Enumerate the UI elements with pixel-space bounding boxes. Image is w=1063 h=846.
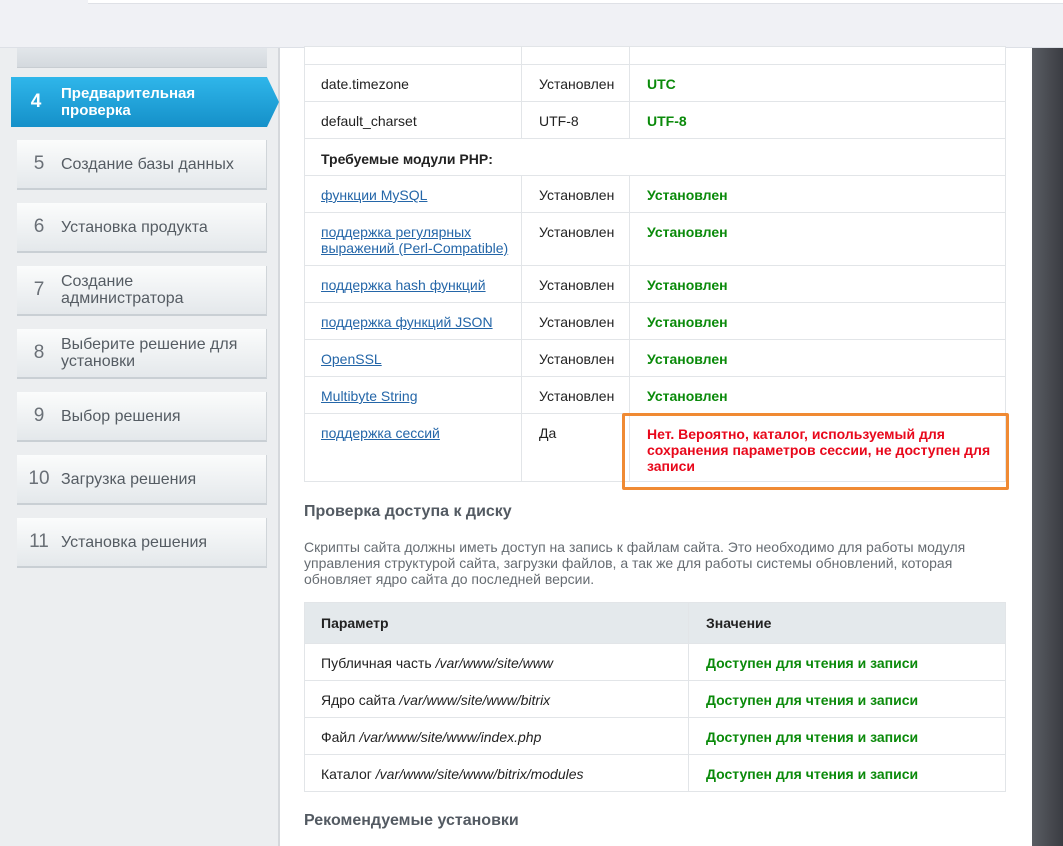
module-link-openssl[interactable]: OpenSSL [321, 351, 382, 367]
row-label: Ядро сайта [321, 692, 400, 708]
current-value: UTC [629, 65, 1007, 101]
step-label: Установка решения [61, 533, 208, 551]
step-number: 9 [33, 405, 45, 426]
step-item-4[interactable]: 4 Предварительная проверка [11, 77, 279, 127]
row-path: /var/www/site/www/bitrix [399, 692, 551, 708]
step-number: 6 [33, 216, 45, 237]
installer-window: 4 Предварительная проверка 5 Создание ба… [0, 46, 1032, 846]
step-label: Выберите решение для установки [61, 336, 238, 370]
browser-top-bar [0, 0, 1063, 48]
step-label: Установка продукта [61, 218, 208, 236]
required-value: Установлен [521, 266, 629, 302]
disk-check-description: Скрипты сайта должны иметь доступ на зап… [304, 539, 966, 587]
column-header-param: Параметр [321, 615, 389, 631]
param-name: date.timezone [321, 76, 409, 92]
step-item-10[interactable]: 10 Загрузка решения [17, 455, 267, 505]
step-item-7[interactable]: 7 Создание администратора [17, 266, 267, 316]
step-number: 8 [33, 342, 45, 363]
step-number: 4 [30, 91, 42, 112]
table-row: default_charset UTF-8 UTF-8 [305, 101, 1005, 138]
step-item-11[interactable]: 11 Установка решения [17, 518, 267, 568]
browser-tab-edge [88, 0, 1063, 4]
disk-access-table: Параметр Значение Публичная часть /var/w… [304, 602, 1006, 792]
param-name: default_charset [321, 113, 417, 129]
required-value: Установлен [521, 303, 629, 339]
row-path: /var/www/site/www [435, 655, 554, 671]
required-value: Установлен [521, 213, 629, 265]
column-header-value: Значение [688, 603, 1007, 643]
module-link-pcre[interactable]: поддержка регулярных выражений (Perl-Com… [321, 224, 508, 256]
row-value: Доступен для чтения и записи [688, 681, 1007, 717]
row-label: Каталог [321, 766, 376, 782]
sidebar-previous-step [17, 48, 267, 68]
step-item-9[interactable]: 9 Выбор решения [17, 392, 267, 442]
table-row: date.timezone Установлен UTC [305, 64, 1005, 101]
required-value: Установлен [521, 340, 629, 376]
current-value: Установлен [629, 340, 1007, 376]
module-link-hash[interactable]: поддержка hash функций [321, 277, 486, 293]
row-label: Публичная часть [321, 655, 436, 671]
step-number: 10 [28, 468, 50, 489]
row-path: /var/www/site/www/index.php [359, 729, 542, 745]
table-row: поддержка hash функций Установлен Устано… [305, 265, 1005, 302]
module-link-json[interactable]: поддержка функций JSON [321, 314, 493, 330]
required-value: Установлен [521, 176, 629, 212]
modules-heading: Требуемые модули PHP: [321, 151, 493, 167]
table-row: поддержка функций JSON Установлен Устано… [305, 302, 1005, 339]
window-background [1032, 48, 1063, 846]
table-row: Multibyte String Установлен Установлен [305, 376, 1005, 413]
table-row: Файл /var/www/site/www/index.php Доступе… [305, 717, 1005, 754]
current-value: Установлен [629, 377, 1007, 413]
table-row: Каталог /var/www/site/www/bitrix/modules… [305, 754, 1005, 791]
step-label: Выбор решения [61, 407, 181, 425]
step-number: 11 [29, 531, 49, 552]
main-content: date.timezone Установлен UTC default_cha… [282, 46, 1032, 846]
step-label: Создание администратора [61, 273, 184, 307]
current-value: Установлен [629, 176, 1007, 212]
current-value: Установлен [629, 303, 1007, 339]
modules-heading-row: Требуемые модули PHP: [305, 138, 1005, 175]
step-label: Загрузка решения [61, 470, 197, 488]
required-value: Установлен [521, 65, 629, 101]
table-row: Ядро сайта /var/www/site/www/bitrix Дост… [305, 680, 1005, 717]
module-link-mbstring[interactable]: Multibyte String [321, 388, 417, 404]
step-number: 7 [33, 279, 45, 300]
row-label: Файл [321, 729, 360, 745]
step-item-5[interactable]: 5 Создание базы данных [17, 140, 267, 190]
session-error-message: Нет. Вероятно, каталог, используемый для… [629, 414, 1007, 481]
step-item-6[interactable]: 6 Установка продукта [17, 203, 267, 253]
table-row: поддержка сессий Да Нет. Вероятно, катал… [305, 413, 1005, 481]
required-value: UTF-8 [521, 102, 629, 138]
table-cell [521, 47, 629, 64]
row-path: /var/www/site/www/bitrix/modules [375, 766, 584, 782]
required-value: Установлен [521, 377, 629, 413]
module-link-mysql[interactable]: функции MySQL [321, 187, 427, 203]
table-row: OpenSSL Установлен Установлен [305, 339, 1005, 376]
module-link-sessions[interactable]: поддержка сессий [321, 425, 440, 441]
table-row [305, 47, 1005, 64]
current-value: Установлен [629, 266, 1007, 302]
row-value: Доступен для чтения и записи [688, 718, 1007, 754]
disk-check-title: Проверка доступа к диску [304, 503, 512, 520]
table-row: функции MySQL Установлен Установлен [305, 175, 1005, 212]
step-number: 5 [33, 153, 45, 174]
table-cell [629, 47, 1007, 64]
current-value: Установлен [629, 213, 1007, 265]
step-item-8[interactable]: 8 Выберите решение для установки [17, 329, 267, 379]
installer-sidebar: 4 Предварительная проверка 5 Создание ба… [0, 48, 280, 846]
required-value: Да [521, 414, 629, 481]
recommended-settings-title: Рекомендуемые установки [304, 812, 519, 829]
current-value: UTF-8 [629, 102, 1007, 138]
row-value: Доступен для чтения и записи [688, 644, 1007, 680]
row-value: Доступен для чтения и записи [688, 755, 1007, 791]
step-label: Создание базы данных [61, 155, 234, 173]
table-header: Параметр Значение [305, 603, 1005, 643]
php-settings-table: date.timezone Установлен UTC default_cha… [304, 46, 1006, 482]
table-row: Публичная часть /var/www/site/www Доступ… [305, 643, 1005, 680]
table-row: поддержка регулярных выражений (Perl-Com… [305, 212, 1005, 265]
step-label: Предварительная проверка [61, 85, 196, 119]
